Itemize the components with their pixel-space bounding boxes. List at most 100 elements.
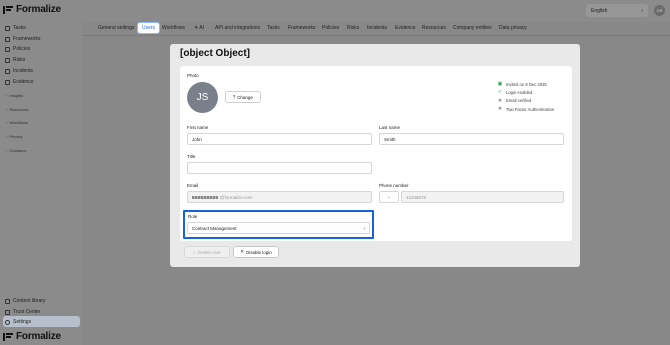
user-modal: [object Object] Photo JS ⤒ Change ▣ Invi…	[170, 44, 580, 267]
settings-tabs: General settings Users Workflows ✳ AI AP…	[82, 22, 670, 36]
chevron-right-icon: ›	[641, 7, 643, 14]
tab-incidents[interactable]: Incidents	[367, 25, 387, 31]
top-bar	[82, 0, 670, 22]
user-avatar-large: JS	[187, 82, 218, 113]
tabs-divider	[82, 35, 670, 36]
sidebar-item-content-library[interactable]: Content library	[5, 298, 46, 304]
x-icon: ✕	[497, 106, 503, 113]
delete-user-button: ○ Delete user	[184, 246, 230, 258]
sidebar-section-guidance[interactable]: › Guidance	[6, 148, 26, 153]
sidebar-item-label: Tasks	[13, 25, 26, 31]
country-code-select[interactable]: ⌄	[379, 191, 399, 203]
library-icon	[5, 298, 10, 304]
app-name: Formalize	[16, 331, 61, 342]
phone-label: Phone number	[379, 183, 409, 188]
formalize-logo-footer: Formalize	[3, 331, 61, 342]
risks-icon	[5, 57, 10, 63]
tab-risks[interactable]: Risks	[347, 25, 359, 31]
modal-title: [object Object]	[180, 48, 251, 59]
frameworks-icon	[5, 36, 10, 42]
first-name-label: First name	[187, 125, 209, 130]
evidence-icon	[5, 79, 10, 85]
sidebar-item-label: Settings	[13, 319, 32, 325]
tab-users[interactable]: Users	[137, 22, 161, 34]
email-field: @formalize.com	[187, 191, 372, 203]
chevron-right-icon: ›	[363, 225, 366, 231]
tab-policies[interactable]: Policies	[322, 25, 339, 31]
settings-icon	[5, 319, 10, 325]
incidents-icon	[5, 68, 10, 74]
upload-icon: ⤒	[233, 94, 236, 100]
tasks-icon	[5, 25, 10, 31]
tab-data-privacy[interactable]: Data privacy	[499, 25, 527, 31]
tab-evidence[interactable]: Evidence	[395, 25, 416, 31]
status-two-factor: ✕ Two Factor Authentication	[497, 106, 555, 113]
sidebar-item-label: Content library	[13, 298, 46, 304]
calendar-icon: ▣	[497, 81, 503, 87]
tab-ai[interactable]: ✳ AI	[194, 25, 204, 31]
title-field[interactable]	[187, 162, 372, 174]
user-status-list: ▣ Invited on 8 Dec 2025 ✓ Login enabled …	[497, 81, 555, 113]
last-name-label: Last name	[379, 125, 401, 130]
status-login-enabled: ✓ Login enabled	[497, 89, 533, 96]
sidebar-item-risks[interactable]: Risks	[5, 57, 25, 63]
chevron-right-icon: ›	[6, 148, 8, 153]
last-name-field[interactable]: Smith	[379, 133, 564, 145]
phone-field[interactable]: 12345678	[401, 191, 564, 203]
tab-company-entities[interactable]: Company entities	[453, 25, 492, 31]
redacted-text	[192, 195, 218, 199]
first-name-field[interactable]: John	[187, 133, 372, 145]
sparkle-icon: ✳	[194, 25, 199, 31]
chevron-right-icon: ›	[6, 134, 8, 139]
policies-icon	[5, 46, 10, 52]
sidebar-item-label: Frameworks	[13, 36, 41, 42]
close-icon: ✕	[240, 249, 244, 254]
tab-general-settings[interactable]: General settings	[98, 25, 134, 31]
tab-frameworks[interactable]: Frameworks	[288, 25, 316, 31]
delete-icon: ○	[193, 249, 196, 255]
user-avatar[interactable]: CR	[654, 5, 665, 16]
language-select[interactable]: English ›	[586, 4, 648, 17]
status-email-verified: ✕ Email verified	[497, 97, 532, 104]
sidebar-item-incidents[interactable]: Incidents	[5, 68, 33, 74]
sidebar-section-insights[interactable]: › Insights	[6, 93, 23, 98]
formalize-logo[interactable]: Formalize	[3, 4, 61, 15]
role-field-container: Role Contract Management ›	[183, 210, 374, 239]
role-label: Role	[188, 214, 198, 219]
chevron-right-icon: ›	[6, 93, 8, 98]
trust-center-icon	[5, 309, 10, 315]
sidebar-item-label: Evidence	[13, 79, 34, 85]
tab-resources[interactable]: Resources	[422, 25, 446, 31]
sidebar-section-privacy[interactable]: › Privacy	[6, 134, 22, 139]
chevron-down-icon: ⌄	[387, 194, 391, 199]
sidebar-item-label: Risks	[13, 57, 26, 63]
sidebar-item-policies[interactable]: Policies	[5, 46, 30, 52]
sidebar-item-label: Trust Center	[13, 309, 41, 315]
chevron-right-icon: ›	[6, 107, 8, 112]
change-photo-button[interactable]: ⤒ Change	[225, 91, 261, 103]
sidebar-section-resources[interactable]: › Resources	[6, 107, 28, 112]
sidebar-item-frameworks[interactable]: Frameworks	[5, 36, 41, 42]
sidebar-item-label: Incidents	[13, 68, 34, 74]
formalize-logo-icon	[3, 332, 13, 341]
sidebar-item-evidence[interactable]: Evidence	[5, 79, 34, 85]
sidebar: Formalize Tasks Frameworks Policies Risk…	[0, 0, 82, 345]
chevron-right-icon: ›	[6, 120, 8, 125]
email-label: Email	[187, 183, 199, 188]
tab-workflows[interactable]: Workflows	[162, 25, 185, 31]
role-select[interactable]: Contract Management ›	[187, 222, 370, 234]
sidebar-item-tasks[interactable]: Tasks	[5, 25, 26, 31]
title-label: Title	[187, 154, 196, 159]
tab-tasks[interactable]: Tasks	[267, 25, 280, 31]
formalize-logo-icon	[3, 5, 13, 14]
app-name: Formalize	[16, 4, 61, 15]
status-invited: ▣ Invited on 8 Dec 2025	[497, 81, 547, 87]
x-icon: ✕	[497, 97, 503, 104]
sidebar-item-label: Policies	[13, 46, 31, 52]
sidebar-item-trust-center[interactable]: Trust Center	[5, 309, 41, 315]
sidebar-item-settings[interactable]: Settings	[5, 319, 31, 325]
sidebar-section-workflows[interactable]: › Workflows	[6, 120, 28, 125]
photo-label: Photo	[187, 73, 199, 78]
tab-api-integrations[interactable]: API and integrations	[215, 25, 260, 31]
disable-login-button[interactable]: ✕ Disable login	[233, 246, 279, 258]
